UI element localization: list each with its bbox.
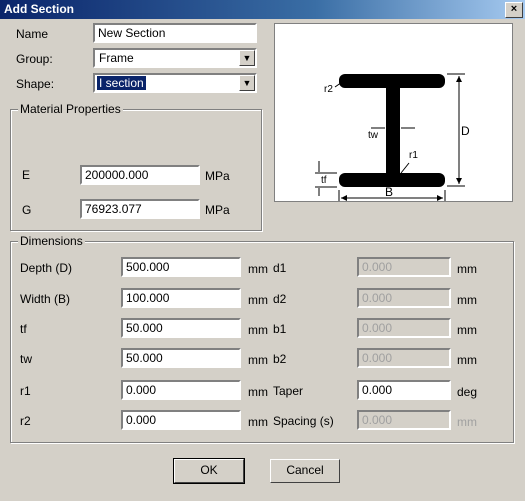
r2-diagram-label: r2 — [324, 84, 333, 95]
r1-field[interactable]: 0.000 — [121, 380, 241, 400]
cancel-button[interactable]: Cancel — [270, 459, 340, 483]
r1-unit: mm — [248, 385, 268, 399]
spacing-label: Spacing (s) — [273, 414, 334, 428]
spacing-unit: mm — [457, 415, 477, 429]
r2-field[interactable]: 0.000 — [121, 410, 241, 430]
tf-diagram-label: tf — [321, 175, 327, 186]
shape-combo[interactable]: I section ▼ — [93, 73, 257, 93]
tf-field[interactable]: 50.000 — [121, 318, 241, 338]
b1-label: b1 — [273, 322, 287, 336]
g-field[interactable]: 76923.077 — [80, 199, 200, 219]
g-unit: MPa — [205, 203, 230, 217]
title-bar: Add Section × — [0, 0, 525, 19]
g-label: G — [22, 203, 32, 217]
taper-field[interactable]: 0.000 — [357, 380, 451, 400]
spacing-field: 0.000 — [357, 410, 451, 430]
r2-label: r2 — [20, 414, 31, 428]
dimensions-title: Dimensions — [18, 234, 85, 248]
taper-label: Taper — [273, 384, 304, 398]
width-unit: mm — [248, 293, 268, 307]
tw-diagram-label: tw — [368, 130, 378, 141]
d2-unit: mm — [457, 293, 477, 307]
window-title: Add Section — [4, 2, 75, 16]
d1-field: 0.000 — [357, 257, 451, 277]
group-label: Group: — [16, 52, 53, 66]
i-section-shape — [315, 73, 465, 202]
taper-unit: deg — [457, 385, 478, 399]
shape-label: Shape: — [16, 77, 55, 91]
name-field[interactable]: New Section — [93, 23, 257, 43]
shape-value: I section — [97, 76, 146, 90]
chevron-down-icon[interactable]: ▼ — [239, 50, 255, 66]
e-unit: MPa — [205, 169, 230, 183]
group-value: Frame — [99, 51, 134, 65]
d-diagram-label: D — [461, 124, 470, 138]
depth-unit: mm — [248, 262, 268, 276]
name-label: Name — [16, 27, 49, 41]
width-label: Width (B) — [20, 292, 71, 306]
depth-field[interactable]: 500.000 — [121, 257, 241, 277]
d2-field: 0.000 — [357, 288, 451, 308]
r1-diagram-label: r1 — [409, 150, 418, 161]
tw-label: tw — [20, 352, 32, 366]
close-button[interactable]: × — [505, 2, 523, 18]
b1-unit: mm — [457, 323, 477, 337]
b-diagram-label: B — [385, 185, 394, 199]
b2-field: 0.000 — [357, 348, 451, 368]
tf-unit: mm — [248, 323, 268, 337]
d1-label: d1 — [273, 261, 287, 275]
r1-label: r1 — [20, 384, 31, 398]
depth-label: Depth (D) — [20, 261, 73, 275]
tf-label: tf — [20, 322, 27, 336]
r2-unit: mm — [248, 415, 268, 429]
section-diagram: r2 tw r1 D tf B — [274, 23, 513, 202]
b1-field: 0.000 — [357, 318, 451, 338]
d2-label: d2 — [273, 292, 287, 306]
group-combo[interactable]: Frame ▼ — [93, 48, 257, 68]
e-label: E — [22, 168, 31, 182]
b2-label: b2 — [273, 352, 287, 366]
tw-unit: mm — [248, 353, 268, 367]
material-properties-title: Material Properties — [18, 102, 123, 116]
b2-unit: mm — [457, 353, 477, 367]
ok-button[interactable]: OK — [173, 458, 245, 484]
chevron-down-icon[interactable]: ▼ — [239, 75, 255, 91]
d1-unit: mm — [457, 262, 477, 276]
e-field[interactable]: 200000.000 — [80, 165, 200, 185]
width-field[interactable]: 100.000 — [121, 288, 241, 308]
tw-field[interactable]: 50.000 — [121, 348, 241, 368]
